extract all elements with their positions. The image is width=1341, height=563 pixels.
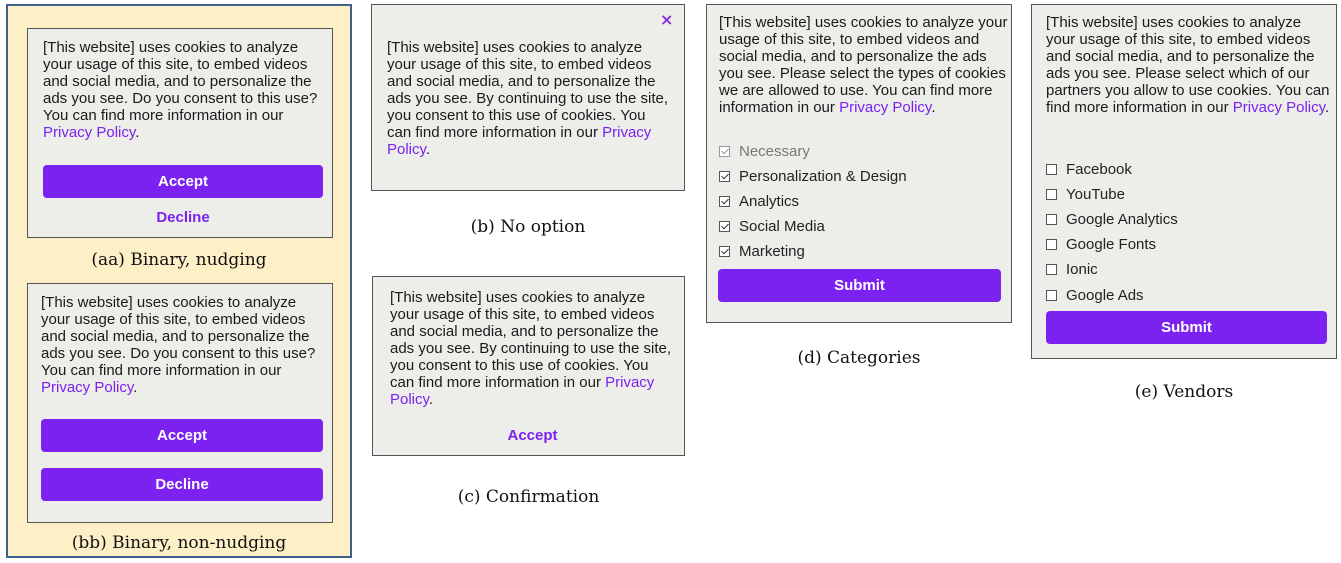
vendor-option-google-analytics[interactable]: Google Analytics bbox=[1046, 211, 1178, 228]
category-option-necessary: Necessary bbox=[719, 143, 810, 160]
submit-button[interactable]: Submit bbox=[1046, 311, 1327, 344]
checkbox[interactable] bbox=[1046, 290, 1057, 301]
banner-message: [This website] uses cookies to analyze y… bbox=[719, 14, 1008, 116]
decline-link[interactable]: Decline bbox=[43, 209, 323, 226]
checkbox[interactable] bbox=[1046, 189, 1057, 200]
banner-message: [This website] uses cookies to analyze y… bbox=[390, 289, 672, 408]
checkbox[interactable] bbox=[719, 221, 730, 232]
privacy-policy-link[interactable]: Privacy Policy bbox=[43, 124, 135, 141]
checkbox[interactable] bbox=[1046, 164, 1057, 175]
option-label: Facebook bbox=[1066, 161, 1132, 178]
option-label: Ionic bbox=[1066, 261, 1098, 278]
vendor-option-facebook[interactable]: Facebook bbox=[1046, 161, 1132, 178]
checkbox[interactable] bbox=[719, 246, 730, 257]
option-label: YouTube bbox=[1066, 186, 1125, 203]
option-label: Necessary bbox=[739, 143, 810, 160]
option-label: Google Fonts bbox=[1066, 236, 1157, 253]
checkbox[interactable] bbox=[1046, 264, 1057, 275]
banner-no-option: × [This website] uses cookies to analyze… bbox=[371, 4, 685, 191]
banner-message: [This website] uses cookies to analyze y… bbox=[1046, 14, 1330, 116]
banner-message: [This website] uses cookies to analyze y… bbox=[387, 39, 669, 158]
banner-message: [This website] uses cookies to analyze y… bbox=[41, 294, 316, 396]
checkbox[interactable] bbox=[719, 196, 730, 207]
privacy-policy-link[interactable]: Privacy Policy bbox=[839, 99, 931, 116]
checkbox[interactable] bbox=[1046, 239, 1057, 250]
banner-categories: [This website] uses cookies to analyze y… bbox=[706, 4, 1012, 323]
caption-aa: (aa) Binary, nudging bbox=[91, 250, 267, 270]
checkbox bbox=[719, 146, 730, 157]
privacy-policy-link[interactable]: Privacy Policy bbox=[1233, 99, 1325, 116]
caption-bb: (bb) Binary, non-nudging bbox=[71, 533, 287, 553]
vendor-option-google-ads[interactable]: Google Ads bbox=[1046, 287, 1144, 304]
banner-message: [This website] uses cookies to analyze y… bbox=[43, 39, 318, 141]
option-label: Google Ads bbox=[1066, 287, 1144, 304]
banner-vendors: [This website] uses cookies to analyze y… bbox=[1031, 4, 1337, 359]
checkbox[interactable] bbox=[1046, 214, 1057, 225]
decline-button[interactable]: Decline bbox=[41, 468, 323, 501]
caption-d: (d) Categories bbox=[797, 348, 921, 368]
checkbox[interactable] bbox=[719, 171, 730, 182]
banner-confirmation: [This website] uses cookies to analyze y… bbox=[372, 276, 685, 456]
submit-button[interactable]: Submit bbox=[718, 269, 1001, 302]
vendor-option-ionic[interactable]: Ionic bbox=[1046, 261, 1098, 278]
category-option-social-media[interactable]: Social Media bbox=[719, 218, 825, 235]
option-label: Personalization & Design bbox=[739, 168, 907, 185]
binary-variants-panel: [This website] uses cookies to analyze y… bbox=[6, 4, 352, 558]
privacy-policy-link[interactable]: Privacy Policy bbox=[41, 379, 133, 396]
category-option-analytics[interactable]: Analytics bbox=[719, 193, 799, 210]
category-option-personalization[interactable]: Personalization & Design bbox=[719, 168, 907, 185]
accept-button[interactable]: Accept bbox=[41, 419, 323, 452]
option-label: Analytics bbox=[739, 193, 800, 210]
caption-e: (e) Vendors bbox=[1134, 382, 1234, 402]
accept-button[interactable]: Accept bbox=[43, 165, 323, 198]
caption-b: (b) No option bbox=[470, 217, 586, 237]
vendor-option-youtube[interactable]: YouTube bbox=[1046, 186, 1125, 203]
option-label: Marketing bbox=[739, 243, 805, 260]
accept-link[interactable]: Accept bbox=[390, 427, 675, 444]
banner-binary-non-nudging: [This website] uses cookies to analyze y… bbox=[27, 283, 333, 523]
option-label: Social Media bbox=[739, 218, 825, 235]
banner-binary-nudging: [This website] uses cookies to analyze y… bbox=[27, 28, 333, 238]
caption-c: (c) Confirmation bbox=[457, 487, 600, 507]
option-label: Google Analytics bbox=[1066, 211, 1178, 228]
category-option-marketing[interactable]: Marketing bbox=[719, 243, 805, 260]
vendor-option-google-fonts[interactable]: Google Fonts bbox=[1046, 236, 1156, 253]
close-icon[interactable]: × bbox=[660, 11, 673, 28]
